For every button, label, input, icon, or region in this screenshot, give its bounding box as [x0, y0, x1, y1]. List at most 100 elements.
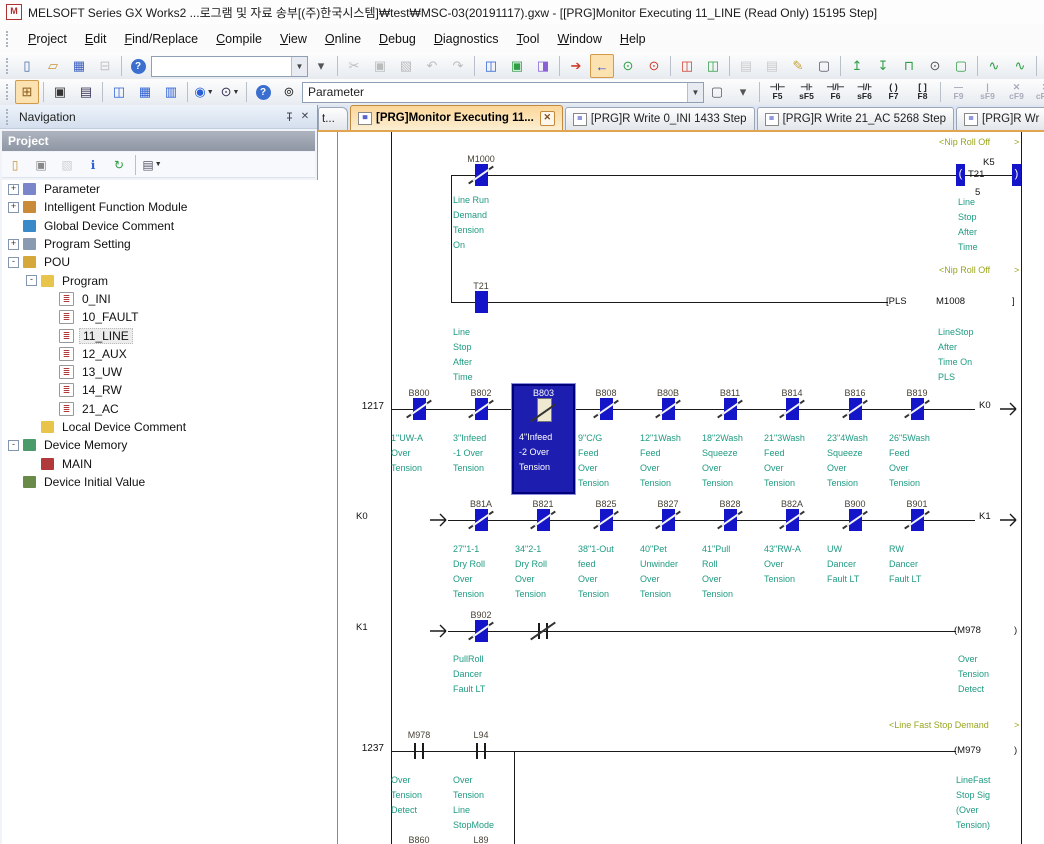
menu-edit[interactable]: Edit	[76, 28, 116, 50]
tree-expander-icon[interactable]: +	[8, 202, 19, 213]
save-project-button[interactable]: ▦	[67, 54, 91, 78]
tree-item-global-device-comment[interactable]: Global Device Comment	[2, 217, 318, 235]
device-read-button[interactable]: ◫	[701, 54, 725, 78]
monitor-capture-button[interactable]: ▢	[949, 54, 973, 78]
ladder-symbol-f5-button[interactable]: ⊣⊢F5	[763, 80, 792, 104]
help2-button[interactable]: ?	[251, 80, 275, 104]
tree-item-local-device-comment[interactable]: Local Device Comment	[2, 418, 318, 436]
coil-m979[interactable]: )	[1014, 745, 1017, 756]
menu-view[interactable]: View	[271, 28, 316, 50]
nav-data-info-button[interactable]: ℹ	[81, 153, 105, 177]
menu-debug[interactable]: Debug	[370, 28, 425, 50]
nav-sort-button-dropdown-icon[interactable]: ▼	[155, 161, 162, 168]
tree-item-main[interactable]: MAIN	[2, 454, 318, 472]
contact-t21[interactable]	[475, 291, 488, 313]
coil-t21[interactable]: )	[1012, 164, 1021, 186]
tab--prg-r-write-0-ini-1433-step[interactable]: ≣[PRG]R Write 0_INI 1433 Step	[565, 107, 755, 130]
tree-expander-icon[interactable]: +	[8, 184, 19, 195]
tree-item-pou[interactable]: -POU	[2, 253, 318, 271]
ladder-symbol-sf6-button[interactable]: ⊣/⊦sF6	[850, 80, 879, 104]
navigation-toggle-button[interactable]: ⊞	[15, 80, 39, 104]
contact-l94[interactable]	[484, 743, 486, 759]
toolbar2-more-button[interactable]: ▾	[731, 80, 755, 104]
tree-item-10-fault[interactable]: ≣10_FAULT	[2, 308, 318, 326]
tree-item-11-line[interactable]: ≣11_LINE	[2, 326, 318, 344]
tree-item-parameter[interactable]: +Parameter	[2, 180, 318, 198]
coil-m979[interactable]: (M979	[954, 745, 981, 756]
nav-refresh-button[interactable]: ↻	[107, 153, 131, 177]
remote-operation-button[interactable]: ⊙	[642, 54, 666, 78]
ladder-canvas[interactable]: 12171237K0K0K1K1<Nip Roll Off><Nip Roll …	[337, 132, 1044, 844]
module-configuration-button[interactable]: ▣	[48, 80, 72, 104]
ladder-symbol-sf5-button[interactable]: ⊣⊦sF5	[792, 80, 821, 104]
device-memory-button[interactable]: ▦	[133, 80, 157, 104]
pin-icon[interactable]	[281, 109, 297, 124]
tree-item-intelligent-function-module[interactable]: +Intelligent Function Module	[2, 198, 318, 216]
tree-item-device-initial-value[interactable]: Device Initial Value	[2, 473, 318, 491]
pc-monitor-button[interactable]: ▢	[812, 54, 836, 78]
combobox-dropdown-icon[interactable]: ▼	[291, 57, 307, 76]
device-init-button[interactable]: ▥	[159, 80, 183, 104]
menu-diagnostics[interactable]: Diagnostics	[425, 28, 508, 50]
tree-item-12-aux[interactable]: ≣12_AUX	[2, 345, 318, 363]
tree-item-program[interactable]: -Program	[2, 271, 318, 289]
help-button[interactable]: ?	[126, 54, 150, 78]
start-monitor-all-button[interactable]: ↥	[845, 54, 869, 78]
tab--prg-r-write-21-ac-5268-step[interactable]: ≣[PRG]R Write 21_AC 5268 Step	[757, 107, 954, 130]
tree-item-13-uw[interactable]: ≣13_UW	[2, 363, 318, 381]
coil-m978[interactable]: )	[1014, 625, 1017, 636]
coil-m978[interactable]: (M978	[954, 625, 981, 636]
device-write-button[interactable]: ◫	[675, 54, 699, 78]
toolbar-combobox[interactable]: Parameter▼	[302, 82, 704, 103]
work-window-button[interactable]: ▤	[74, 80, 98, 104]
open-project-button[interactable]: ▱	[41, 54, 65, 78]
edit-document-button[interactable]: ✎	[786, 54, 810, 78]
menu-project[interactable]: Project	[19, 28, 76, 50]
menu-find-replace[interactable]: Find/Replace	[115, 28, 207, 50]
ladder-symbol-f7-button[interactable]: ( )F7	[879, 80, 908, 104]
coil-t21[interactable]: (	[956, 164, 965, 186]
menu-compile[interactable]: Compile	[207, 28, 271, 50]
toolbar-combobox[interactable]: ▼	[151, 56, 308, 77]
stop-monitor-button[interactable]: ⊓	[897, 54, 921, 78]
start-monitor-button[interactable]: ↧	[871, 54, 895, 78]
tree-item-program-setting[interactable]: +Program Setting	[2, 235, 318, 253]
contact-m978[interactable]	[422, 743, 424, 759]
device-display-button-dropdown-icon[interactable]: ▼	[207, 89, 214, 96]
combobox-dropdown-icon[interactable]: ▼	[687, 83, 703, 102]
ladder-monitor-button[interactable]: ▣	[505, 54, 529, 78]
device-display-button[interactable]: ◉▼	[192, 80, 216, 104]
nav-copy-button[interactable]: ▣	[29, 153, 53, 177]
new-window-button[interactable]: ▢	[705, 80, 729, 104]
menu-help[interactable]: Help	[611, 28, 655, 50]
toolbar1-more-button[interactable]: ▾	[309, 54, 333, 78]
tree-item-21-ac[interactable]: ≣21_AC	[2, 400, 318, 418]
tree-expander-icon[interactable]: +	[8, 239, 19, 250]
device-comment-button[interactable]: ◫	[479, 54, 503, 78]
nav-sort-button[interactable]: ▤▼	[140, 153, 164, 177]
device-test-button[interactable]: ◨	[531, 54, 555, 78]
tree-item-14-rw[interactable]: ≣14_RW	[2, 381, 318, 399]
instruction-pls[interactable]: [PLS	[886, 296, 907, 307]
device-comment-list-button[interactable]: ◫	[107, 80, 131, 104]
tab-close-icon[interactable]: ✕	[540, 111, 555, 126]
tab--prg-monitor-executing-11-[interactable]: ≣[PRG]Monitor Executing 11...✕	[350, 105, 563, 130]
tab--prg-r-wr[interactable]: ≣[PRG]R Wr	[956, 107, 1044, 130]
verify-with-plc-button[interactable]: ⊙	[616, 54, 640, 78]
ladder-symbol-f8-button[interactable]: [ ]F8	[908, 80, 937, 104]
tab-t-[interactable]: t...	[318, 107, 348, 130]
write-to-plc-button[interactable]: ➔	[564, 54, 588, 78]
cross-reference-button[interactable]: ⊚	[277, 80, 301, 104]
menu-window[interactable]: Window	[548, 28, 610, 50]
menu-tool[interactable]: Tool	[508, 28, 549, 50]
menu-online[interactable]: Online	[316, 28, 370, 50]
ladder-symbol-f6-button[interactable]: ⊣/⊢F6	[821, 80, 850, 104]
tree-expander-icon[interactable]: -	[26, 275, 37, 286]
tree-item-0-ini[interactable]: ≣0_INI	[2, 290, 318, 308]
tree-item-device-memory[interactable]: -Device Memory	[2, 436, 318, 454]
device-search-button[interactable]: ⊙▼	[218, 80, 242, 104]
contact-l94[interactable]	[476, 743, 478, 759]
tree-expander-icon[interactable]: -	[8, 440, 19, 451]
nav-new-data-button[interactable]: ▯	[3, 153, 27, 177]
sampling-trace-button[interactable]: ∿	[1008, 54, 1032, 78]
